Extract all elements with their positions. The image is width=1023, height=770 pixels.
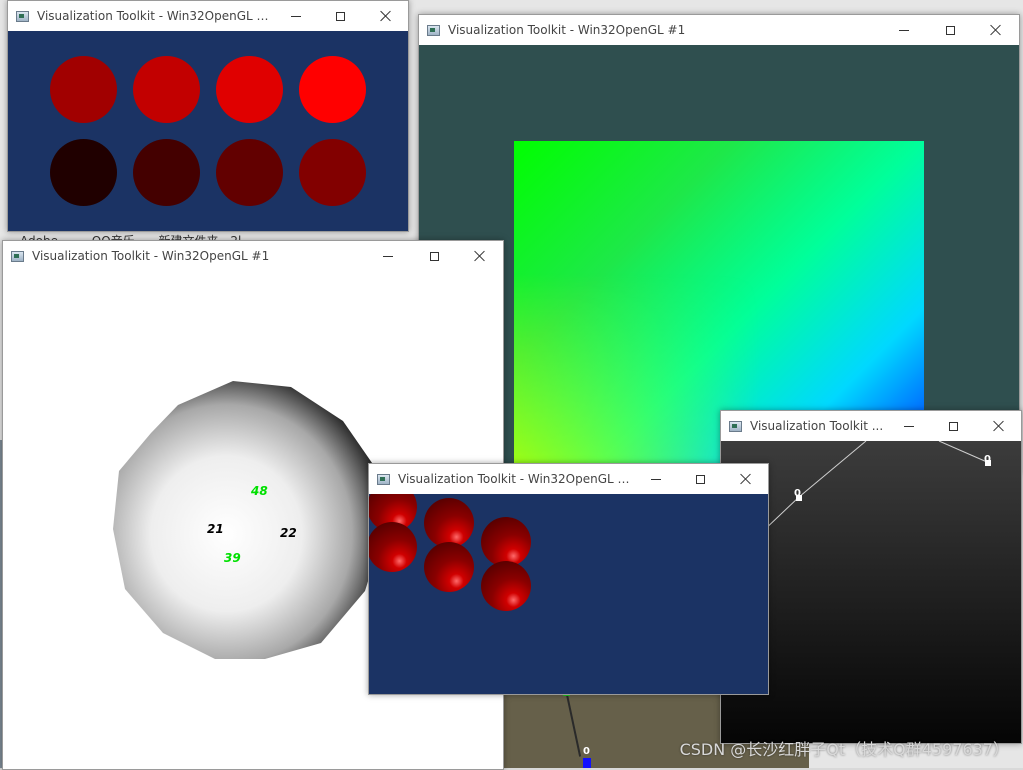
close-icon	[740, 473, 752, 485]
minimize-icon	[903, 425, 914, 427]
spheres-window-titlebar[interactable]: Visualization Toolkit - Win32OpenGL #1	[369, 464, 768, 494]
sphere-surface	[113, 381, 383, 659]
minimize-icon	[383, 255, 393, 257]
maximize-icon	[696, 474, 705, 484]
app-icon	[427, 24, 440, 36]
sphere-label-right: 22	[280, 526, 297, 540]
lines-window-titlebar[interactable]: Visualization Toolkit ...	[721, 411, 1021, 441]
maximize-icon	[429, 251, 439, 261]
close-icon	[380, 10, 392, 22]
window-title: Visualization Toolkit ...	[750, 419, 884, 433]
app-icon	[377, 473, 390, 485]
watermark-text: CSDN @长沙红胖子Qt（技术Q群4597637）	[679, 740, 1009, 759]
edge-line-3	[938, 441, 988, 463]
app-icon	[16, 10, 29, 22]
node-label-1: 0	[794, 488, 801, 499]
minimize-button[interactable]	[365, 241, 411, 271]
colors-window-titlebar[interactable]: Visualization Toolkit - Win32OpenGL #1	[8, 1, 408, 31]
red-sphere-5	[481, 517, 531, 567]
maximize-button[interactable]	[318, 1, 363, 31]
color-circle-bottom-2	[133, 139, 200, 206]
minimize-button[interactable]	[273, 1, 318, 31]
window-title: Visualization Toolkit - Win32OpenGL #1	[37, 9, 273, 23]
close-icon	[993, 420, 1005, 432]
close-button[interactable]	[973, 15, 1019, 45]
maximize-icon	[949, 421, 958, 431]
color-circle-bottom-1	[50, 139, 117, 206]
close-button[interactable]	[723, 464, 768, 494]
gradient-window[interactable]: Visualization Toolkit - Win32OpenGL #1	[418, 14, 1020, 474]
app-icon	[11, 250, 24, 262]
node-label-2: 0	[984, 454, 991, 465]
sphere-label-left: 21	[207, 522, 224, 536]
spheres-window[interactable]: Visualization Toolkit - Win32OpenGL #1	[368, 463, 769, 695]
sphere-label-bottom: 39	[224, 551, 241, 565]
sphere-label-top: 48	[251, 484, 268, 498]
color-circle-top-3	[216, 56, 283, 123]
minimize-icon	[899, 29, 909, 31]
close-button[interactable]	[363, 1, 408, 31]
maximize-button[interactable]	[411, 241, 457, 271]
red-sphere-6	[481, 561, 531, 611]
color-circle-top-2	[133, 56, 200, 123]
colors-render-view[interactable]	[8, 31, 408, 231]
window-title: Visualization Toolkit - Win32OpenGL #1	[448, 23, 686, 37]
close-button[interactable]	[976, 411, 1021, 441]
color-circle-bottom-4	[299, 139, 366, 206]
edge-line-1	[798, 441, 867, 498]
gradient-render-view[interactable]	[419, 45, 1019, 473]
minimize-button[interactable]	[886, 411, 931, 441]
maximize-button[interactable]	[931, 411, 976, 441]
maximize-button[interactable]	[927, 15, 973, 45]
close-icon	[990, 24, 1002, 36]
app-icon	[729, 420, 742, 432]
spheres-render-view[interactable]	[369, 494, 768, 694]
minimize-button[interactable]	[633, 464, 678, 494]
color-circle-bottom-3	[216, 139, 283, 206]
close-button[interactable]	[457, 241, 503, 271]
minimize-icon	[290, 15, 301, 17]
close-icon	[474, 250, 486, 262]
background-point-label: 0	[583, 746, 590, 757]
color-circle-top-1	[50, 56, 117, 123]
red-sphere-3	[424, 498, 474, 548]
maximize-icon	[945, 25, 955, 35]
background-line	[565, 689, 582, 757]
red-sphere-2	[369, 522, 417, 572]
red-sphere-4	[424, 542, 474, 592]
sphere-window-titlebar[interactable]: Visualization Toolkit - Win32OpenGL #1	[3, 241, 503, 271]
background-point-blue	[583, 758, 591, 768]
window-title: Visualization Toolkit - Win32OpenGL #1	[32, 249, 270, 263]
minimize-icon	[650, 478, 661, 480]
maximize-icon	[336, 11, 345, 21]
color-circle-top-4	[299, 56, 366, 123]
maximize-button[interactable]	[678, 464, 723, 494]
window-title: Visualization Toolkit - Win32OpenGL #1	[398, 472, 633, 486]
gradient-window-titlebar[interactable]: Visualization Toolkit - Win32OpenGL #1	[419, 15, 1019, 45]
minimize-button[interactable]	[881, 15, 927, 45]
colors-window[interactable]: Visualization Toolkit - Win32OpenGL #1	[7, 0, 409, 232]
